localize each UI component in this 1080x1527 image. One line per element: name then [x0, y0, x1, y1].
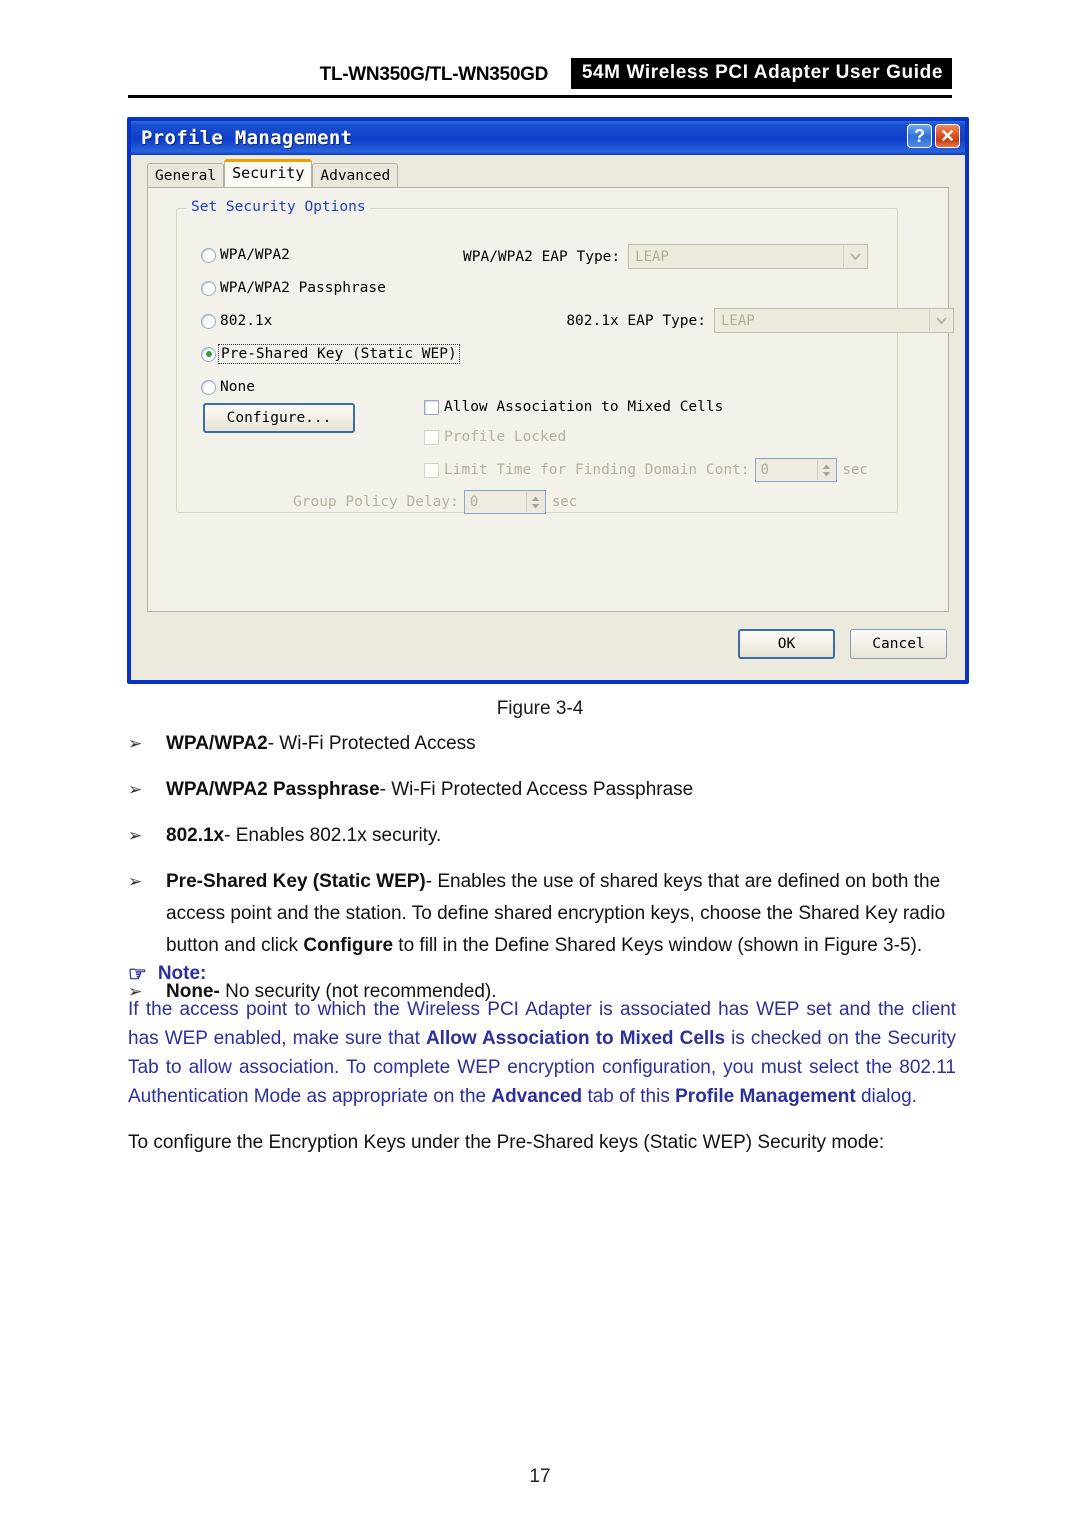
radio-row-pre-shared-key[interactable]: Pre-Shared Key (Static WEP)	[201, 344, 460, 364]
close-icon[interactable]: ✕	[935, 124, 960, 148]
list-item: ➢ Pre-Shared Key (Static WEP)- Enables t…	[128, 866, 954, 962]
note-block: ☞ Note: If the access point to which the…	[128, 963, 956, 1111]
group-policy-delay-label: Group Policy Delay:	[293, 494, 459, 510]
radio-row-none[interactable]: None	[201, 379, 255, 395]
page-header: TL-WN350G/TL-WN350GD 54M Wireless PCI Ad…	[128, 58, 952, 94]
bullet-bold: Pre-Shared Key (Static WEP)	[166, 871, 426, 892]
tab-strip: General Security Advanced	[147, 159, 399, 187]
security-tab-panel: Set Security Options WPA/WPA2 WPA/WPA2 P…	[147, 187, 954, 612]
note-heading-text: Note:	[157, 963, 207, 984]
header-product-banner: 54M Wireless PCI Adapter User Guide	[570, 58, 952, 89]
dot1x-eap-type-row: 802.1x EAP Type: LEAP	[463, 308, 954, 333]
bullet-bold: WPA/WPA2 Passphrase	[166, 779, 380, 800]
bullet-bold: WPA/WPA2	[166, 733, 268, 754]
bullet-text: 802.1x- Enables 802.1x security.	[166, 820, 954, 852]
page-number: 17	[529, 1466, 551, 1487]
bullet-text: Pre-Shared Key (Static WEP)- Enables the…	[166, 866, 954, 962]
note-bold-3: Profile Management	[675, 1086, 856, 1107]
bullet-text: WPA/WPA2- Wi-Fi Protected Access	[166, 728, 954, 760]
tab-security[interactable]: Security	[224, 159, 313, 187]
checkbox-row-limit-time: Limit Time for Finding Domain Cont: 0 se…	[424, 458, 868, 482]
list-item: ➢ WPA/WPA2- Wi-Fi Protected Access	[128, 728, 954, 760]
radio-row-wpa-wpa2-passphrase[interactable]: WPA/WPA2 Passphrase	[201, 280, 386, 296]
spinner-arrows-icon[interactable]	[525, 492, 544, 512]
header-model-text: TL-WN350G/TL-WN350GD	[319, 64, 549, 85]
checkbox-allow-mixed-cells[interactable]	[424, 399, 439, 415]
note-part-4: dialog.	[855, 1086, 917, 1107]
wpa-eap-type-label: WPA/WPA2 EAP Type:	[463, 248, 621, 265]
group-policy-delay-spinner[interactable]: 0	[463, 490, 546, 514]
radio-pre-shared-key[interactable]	[201, 346, 216, 362]
checkbox-label-limit-time: Limit Time for Finding Domain Cont:	[444, 462, 750, 478]
checkbox-limit-time	[424, 462, 439, 478]
bullet-rest-2: to fill in the Define Shared Keys window…	[393, 935, 923, 956]
profile-management-dialog: Profile Management ? ✕ General Security …	[127, 117, 969, 684]
note-heading: ☞ Note:	[128, 963, 956, 985]
dialog-title: Profile Management	[141, 127, 353, 149]
group-policy-delay-value: 0	[469, 494, 479, 510]
wpa-eap-type-dropdown[interactable]: LEAP	[628, 244, 869, 269]
checkbox-row-profile-locked: Profile Locked	[424, 429, 566, 445]
radio-wpa-wpa2-passphrase[interactable]	[201, 280, 216, 296]
help-icon[interactable]: ?	[907, 124, 932, 148]
group-title: Set Security Options	[187, 199, 370, 215]
radio-wpa-wpa2[interactable]	[201, 247, 216, 263]
dot1x-eap-type-label: 802.1x EAP Type:	[566, 312, 706, 329]
configure-button[interactable]: Configure...	[203, 403, 355, 433]
note-bold-2: Advanced	[491, 1086, 583, 1107]
tab-advanced[interactable]: Advanced	[312, 163, 399, 187]
group-policy-delay-row: Group Policy Delay: 0 sec	[293, 490, 577, 514]
dialog-titlebar: Profile Management ? ✕	[131, 121, 965, 155]
note-body: If the access point to which the Wireles…	[128, 995, 956, 1111]
checkbox-label-profile-locked: Profile Locked	[444, 429, 567, 445]
bullet-bold: 802.1x	[166, 825, 225, 846]
dot1x-eap-type-dropdown[interactable]: LEAP	[714, 308, 954, 333]
set-security-options-group: Set Security Options WPA/WPA2 WPA/WPA2 P…	[176, 199, 954, 514]
limit-time-spinner[interactable]: 0	[754, 458, 837, 482]
header-rule	[128, 95, 952, 98]
group-policy-delay-unit: sec	[551, 494, 578, 510]
wpa-eap-type-value: LEAP	[635, 248, 669, 265]
wpa-eap-type-row: WPA/WPA2 EAP Type: LEAP	[463, 244, 869, 269]
note-part-3: tab of this	[582, 1086, 676, 1107]
limit-time-value: 0	[760, 462, 769, 478]
bullet-rest: - Wi-Fi Protected Access Passphrase	[379, 779, 694, 800]
radio-row-8021x[interactable]: 802.1x	[201, 313, 272, 329]
titlebar-buttons: ? ✕	[907, 124, 960, 148]
bullet-rest: - Enables 802.1x security.	[224, 825, 442, 846]
tab-general[interactable]: General	[147, 163, 225, 187]
chevron-down-icon[interactable]	[843, 246, 867, 267]
closing-paragraph: To configure the Encryption Keys under t…	[128, 1132, 885, 1153]
radio-label-wpa-wpa2: WPA/WPA2	[220, 247, 290, 263]
spinner-arrows-icon[interactable]	[816, 460, 835, 480]
note-bold-1: Allow Association to Mixed Cells	[425, 1028, 726, 1049]
figure-caption: Figure 3-4	[496, 698, 584, 719]
bullet-marker-icon: ➢	[128, 826, 143, 845]
radio-8021x[interactable]	[201, 313, 216, 329]
radio-label-pre-shared-key: Pre-Shared Key (Static WEP)	[218, 344, 460, 364]
radio-label-wpa-wpa2-passphrase: WPA/WPA2 Passphrase	[220, 280, 386, 296]
bullet-marker-icon: ➢	[128, 872, 143, 891]
dot1x-eap-type-value: LEAP	[721, 312, 755, 329]
radio-row-wpa-wpa2[interactable]: WPA/WPA2	[201, 247, 290, 263]
pointing-hand-icon: ☞	[128, 962, 147, 986]
chevron-down-icon[interactable]	[929, 310, 952, 331]
ok-button[interactable]: OK	[738, 629, 835, 659]
cancel-button[interactable]: Cancel	[850, 629, 947, 659]
bullet-marker-icon: ➢	[128, 734, 143, 753]
bullet-text: WPA/WPA2 Passphrase- Wi-Fi Protected Acc…	[166, 774, 954, 806]
checkbox-row-allow-mixed-cells[interactable]: Allow Association to Mixed Cells	[424, 399, 723, 415]
checkbox-label-allow-mixed-cells: Allow Association to Mixed Cells	[444, 399, 724, 415]
checkbox-profile-locked	[424, 429, 439, 445]
list-item: ➢ 802.1x- Enables 802.1x security.	[128, 820, 954, 852]
bullet-marker-icon: ➢	[128, 780, 143, 799]
limit-time-unit: sec	[842, 462, 868, 478]
list-item: ➢ WPA/WPA2 Passphrase- Wi-Fi Protected A…	[128, 774, 954, 806]
radio-none[interactable]	[201, 379, 216, 395]
radio-label-8021x: 802.1x	[220, 313, 273, 329]
radio-label-none: None	[220, 379, 255, 395]
dialog-footer: OK Cancel	[131, 612, 965, 680]
bullet-rest: - Wi-Fi Protected Access	[267, 733, 476, 754]
bullet-bold-2: Configure	[303, 935, 394, 956]
